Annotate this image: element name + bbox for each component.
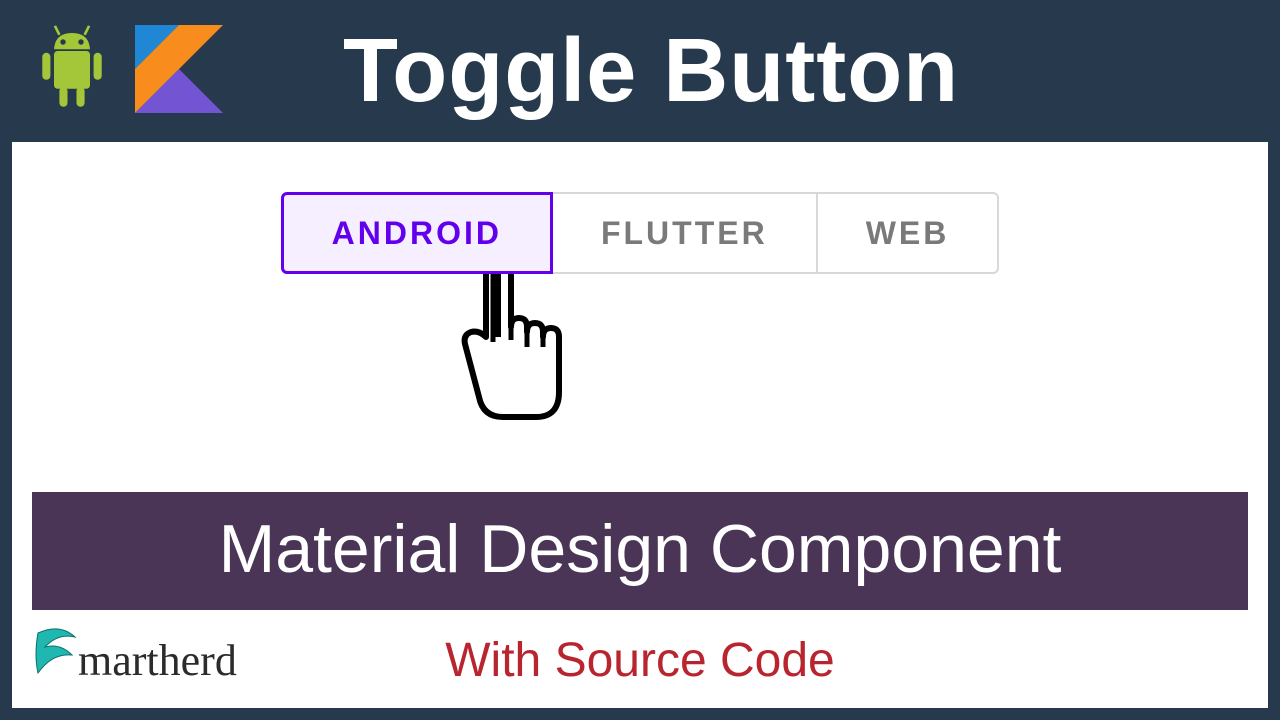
header-icons	[27, 19, 223, 124]
kotlin-icon	[135, 25, 223, 118]
toggle-option-label: ANDROID	[332, 215, 502, 252]
pointer-cursor-icon	[431, 252, 581, 447]
footer: martherd With Source Code	[12, 613, 1268, 708]
page-title: Toggle Button	[343, 20, 959, 123]
toggle-option-android[interactable]: ANDROID	[281, 192, 553, 274]
brand-logo: martherd	[30, 625, 237, 696]
header-bar: Toggle Button	[12, 12, 1268, 142]
smartherd-logo-icon	[30, 625, 78, 696]
subtitle-bar: Material Design Component	[32, 492, 1248, 610]
brand-text: martherd	[78, 635, 237, 686]
toggle-option-label: FLUTTER	[601, 215, 768, 252]
main-content: ANDROID FLUTTER WEB Material Design Comp…	[12, 142, 1268, 708]
toggle-button-group: ANDROID FLUTTER WEB	[281, 192, 1000, 274]
android-icon	[27, 19, 117, 124]
toggle-option-web[interactable]: WEB	[818, 192, 1000, 274]
toggle-demo-area: ANDROID FLUTTER WEB	[281, 192, 1000, 274]
toggle-option-label: WEB	[866, 215, 950, 252]
subtitle-text: Material Design Component	[219, 511, 1062, 587]
toggle-option-flutter[interactable]: FLUTTER	[553, 192, 818, 274]
source-code-label: With Source Code	[445, 633, 835, 688]
